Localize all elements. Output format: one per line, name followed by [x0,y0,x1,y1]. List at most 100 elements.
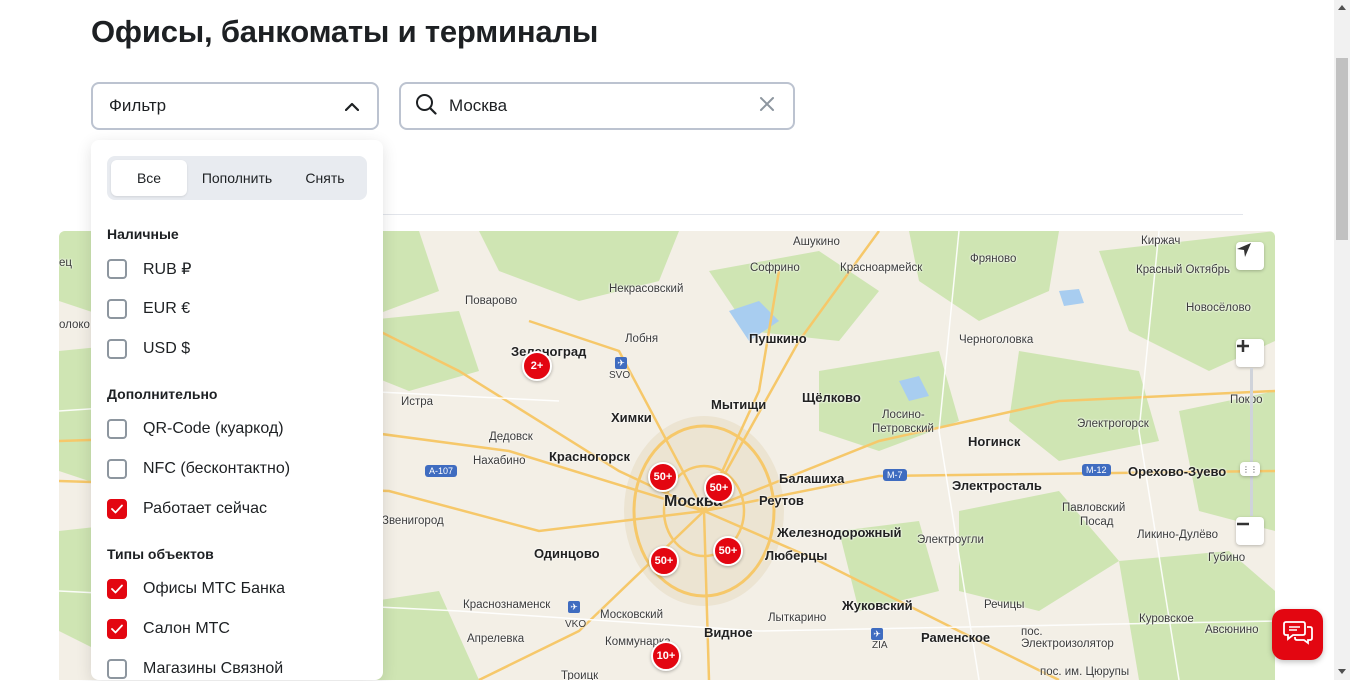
checkbox-label: QR-Code (куаркод) [143,420,284,437]
checkbox-box[interactable] [107,459,127,479]
scroll-down-icon[interactable] [1338,669,1346,674]
segment-withdraw[interactable]: Снять [287,160,363,196]
airport-icon: ✈ [568,601,580,613]
check-icon[interactable] [107,579,127,599]
map-label: Лосино- [882,409,925,421]
highway-badge: A-107 [425,465,458,477]
checkbox-qr[interactable]: QR-Code (куаркод) [107,417,284,441]
checkbox-label: RUB ₽ [143,261,192,278]
section-extra: Дополнительно [107,386,218,402]
checkbox-mts-bank[interactable]: Офисы МТС Банка [107,577,285,601]
map-label: Ашукино [793,236,840,248]
map-label: Дедовск [489,431,533,443]
checkbox-mts-salon[interactable]: Салон МТС [107,617,230,641]
plus-icon[interactable] [1236,339,1264,367]
map-label: Звенигород [382,515,444,527]
segment-deposit[interactable]: Пополнить [197,160,277,196]
map-label: Раменское [921,630,991,645]
check-icon[interactable] [107,619,127,639]
checkbox-nfc[interactable]: NFC (бесконтактно) [107,457,290,481]
map-label: пос. им. Цюрупы [1040,666,1130,678]
map-label: Некрасовский [609,283,684,295]
close-icon[interactable] [759,96,775,117]
map-label: Электрогорск [1077,418,1149,430]
map-cluster[interactable]: 10+ [651,641,681,671]
map-label: олоко [59,319,90,331]
checkbox-rub[interactable]: RUB ₽ [107,257,191,281]
section-cash: Наличные [107,226,179,242]
checkbox-open-now[interactable]: Работает сейчас [107,497,267,521]
map-label: Пушкино [749,331,807,346]
map-label: Павловский [1062,502,1126,514]
map-label: Посад [1080,516,1114,528]
map-label: Московский [600,609,664,621]
zoom-slider-handle[interactable]: ⋮⋮ [1240,462,1260,476]
map-label: Поварово [465,295,518,307]
map-label: Авсюнино [1205,624,1259,636]
checkbox-box[interactable] [107,659,127,679]
map-label: Электроугли [917,534,984,546]
checkbox-eur[interactable]: EUR € [107,297,190,321]
map-label: Электросталь [952,478,1042,493]
segment-all[interactable]: Все [111,160,187,196]
scroll-up-icon[interactable] [1338,5,1346,10]
map-label: Балашиха [779,471,845,486]
search-input[interactable]: Москва [449,96,759,116]
map-cluster[interactable]: 50+ [704,473,734,503]
checkbox-box[interactable] [107,339,127,359]
map-label: Жуковский [842,598,913,613]
check-icon[interactable] [107,499,127,519]
map-label: Фряново [970,253,1017,265]
map-label: Орехово-Зуево [1128,464,1227,479]
operation-segmented-control: Все Пополнить Снять [107,156,367,200]
map-label: Киржач [1141,235,1181,247]
map-label: Видное [704,625,753,640]
map-label: Истра [401,396,434,408]
checkbox-label: Офисы МТС Банка [143,580,286,597]
airport-icon: ✈ [871,628,883,640]
checkbox-box[interactable] [107,419,127,439]
checkbox-label: Магазины Связной [143,660,284,677]
map-label: Софрино [750,262,800,274]
map-label: Апрелевка [467,633,525,645]
chat-button[interactable] [1272,609,1323,660]
checkbox-label: NFC (бесконтактно) [143,460,291,477]
checkbox-usd[interactable]: USD $ [107,337,190,361]
filter-dropdown[interactable]: Фильтр [91,82,379,130]
map-label: Петровский [872,423,934,435]
map-label: Люберцы [765,548,828,563]
airport-icon: ✈ [615,357,627,369]
map-label: Красноармейск [840,262,923,274]
checkbox-label: EUR € [143,300,191,317]
filter-label: Фильтр [109,96,167,115]
map-label: Мытищи [711,397,767,412]
map-label: Щёлково [802,390,861,405]
map-label: Губино [1208,552,1246,564]
minus-icon[interactable] [1236,517,1264,545]
map-cluster[interactable]: 50+ [648,462,678,492]
chevron-up-icon [344,96,360,116]
navigate-icon[interactable] [1236,242,1264,270]
checkbox-box[interactable] [107,299,127,319]
map-label: Красногорск [549,449,630,464]
map-label: ZIA [872,640,888,651]
page-scrollbar-thumb[interactable] [1336,58,1348,240]
map-label: Новосёлово [1186,302,1251,314]
map-label: Лыткарино [768,612,827,624]
map-label: Черноголовка [959,334,1034,346]
checkbox-label: Салон МТС [143,620,230,637]
search-field[interactable]: Москва [399,82,795,130]
map-label: Химки [611,410,652,425]
map-cluster[interactable]: 50+ [649,546,679,576]
map-label: Электроизолятор [1021,638,1114,650]
map-label: Красный Октябрь [1136,264,1231,276]
filter-panel: Все Пополнить Снять Наличные RUB ₽ EUR €… [91,140,383,680]
divider [383,214,1243,215]
map-label: Покро [1230,394,1263,406]
checkbox-box[interactable] [107,259,127,279]
checkbox-svyaznoy[interactable]: Магазины Связной [107,657,283,681]
map-cluster[interactable]: 2+ [522,351,552,381]
map-cluster[interactable]: 50+ [713,536,743,566]
zoom-slider-track[interactable] [1250,368,1253,516]
map-label: Троицк [561,670,599,680]
